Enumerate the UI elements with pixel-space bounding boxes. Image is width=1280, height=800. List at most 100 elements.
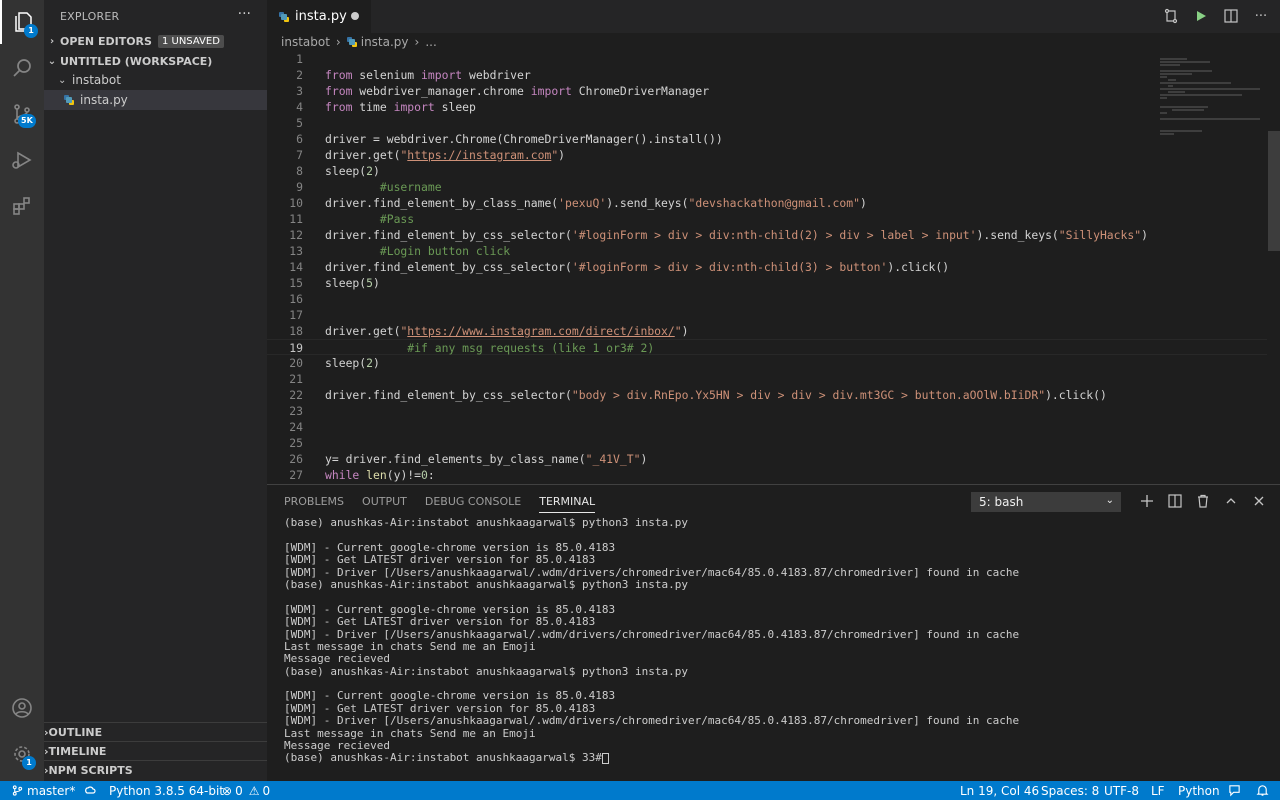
workspace-section[interactable]: ⌄ UNTITLED (WORKSPACE) [44,51,267,71]
code-line[interactable]: 24 [267,419,1267,435]
settings-gear-icon[interactable]: 1 [0,732,44,776]
open-changes-icon[interactable] [1162,7,1180,25]
code-editor[interactable]: 1 2 from selenium import webdriver 3 from we… [267,51,1267,484]
code-line[interactable]: 8 sleep(2) [267,163,1267,179]
notifications-icon[interactable] [1256,781,1269,800]
trash-icon[interactable] [1196,492,1210,510]
code-line[interactable]: 7 driver.get("https://instagram.com") [267,147,1267,163]
code-text: y= driver.find_elements_by_class_name("_… [325,452,648,466]
code-line[interactable]: 22 driver.find_element_by_css_selector("b… [267,387,1267,403]
code-line[interactable]: 17 [267,307,1267,323]
unsaved-dot-icon[interactable] [351,12,359,20]
terminal-cursor [601,752,609,764]
line-number: 3 [296,84,303,98]
breadcrumb-more[interactable]: ... [425,35,436,49]
tab-problems[interactable]: PROBLEMS [284,495,344,513]
search-icon[interactable] [0,46,44,90]
scrollbar-thumb[interactable] [1268,131,1280,251]
code-line[interactable]: 1 [267,51,1267,67]
tab-output[interactable]: OUTPUT [362,495,407,513]
branch-indicator[interactable]: master* [12,781,75,800]
tab-insta-py[interactable]: insta.py [267,0,371,33]
code-line[interactable]: 20 sleep(2) [267,355,1267,371]
code-line[interactable]: 12 driver.find_element_by_css_selector('#… [267,227,1267,243]
line-number: 5 [296,116,303,130]
breadcrumb-folder[interactable]: instabot [281,35,330,49]
split-editor-icon[interactable] [1222,7,1240,25]
code-line[interactable]: 9 #username [267,179,1267,195]
line-number: 27 [289,468,303,482]
code-text: #Pass [325,212,415,226]
feedback-icon[interactable] [1228,781,1241,800]
terminal-prompt[interactable]: (base) anushkas-Air:instabot anushkaagar… [284,752,1264,764]
code-line[interactable]: 4 from time import sleep [267,99,1267,115]
code-line[interactable]: 26 y= driver.find_elements_by_class_name(… [267,451,1267,467]
code-line[interactable]: 3 from webdriver_manager.chrome import Ch… [267,83,1267,99]
error-count: 0 [235,783,243,798]
breadcrumb-file[interactable]: insta.py [361,35,409,49]
panel-actions [1140,492,1266,510]
language-mode[interactable]: Python [1178,781,1220,800]
status-bar: master* Python 3.8.5 64-bit ⊗ 0 ⚠ 0 Ln 1… [0,781,1280,800]
more-actions-icon[interactable]: ··· [238,6,251,22]
source-control-icon[interactable]: 5K [0,92,44,136]
code-line[interactable]: 6 driver = webdriver.Chrome(ChromeDriverM… [267,131,1267,147]
split-terminal-icon[interactable] [1168,492,1182,510]
code-line[interactable]: 27 while len(y)!=0: [267,467,1267,483]
new-terminal-icon[interactable] [1140,492,1154,510]
indentation[interactable]: Spaces: 8 [1041,781,1099,800]
more-actions-icon[interactable]: ··· [1252,7,1270,25]
code-line[interactable]: 21 [267,371,1267,387]
minimap-line [1160,70,1213,72]
code-line[interactable]: 14 driver.find_element_by_css_selector('#… [267,259,1267,275]
terminal-output[interactable]: (base) anushkas-Air:instabot anushkaagar… [284,516,1264,765]
code-text: driver.get("https://instagram.com") [325,148,566,162]
cursor-position[interactable]: Ln 19, Col 46 [960,781,1039,800]
encoding[interactable]: UTF-8 [1104,781,1139,800]
minimap-line [1160,97,1168,99]
problems-indicator[interactable]: ⊗ 0 ⚠ 0 [222,781,270,800]
code-line[interactable]: 5 [267,115,1267,131]
code-line[interactable]: 19 #if any msg requests (like 1 or3# 2) [267,339,1267,355]
npm-scripts-section[interactable]: › NPM SCRIPTS [44,760,267,780]
tab-terminal[interactable]: TERMINAL [539,495,596,513]
sync-icon[interactable] [84,781,96,800]
run-file-icon[interactable] [1192,7,1210,25]
maximize-panel-icon[interactable] [1224,492,1238,510]
minimap-line [1160,58,1187,60]
code-text: sleep(2) [325,356,380,370]
file-insta-py[interactable]: insta.py [44,90,267,110]
editor-scrollbar[interactable] [1268,51,1280,484]
code-line[interactable]: 18 driver.get("https://www.instagram.com/… [267,323,1267,339]
outline-section[interactable]: › OUTLINE [44,722,267,742]
code-line[interactable]: 15 sleep(5) [267,275,1267,291]
line-number: 17 [289,308,303,322]
run-debug-icon[interactable] [0,138,44,182]
settings-badge: 1 [22,756,36,770]
accounts-icon[interactable] [0,686,44,730]
close-panel-icon[interactable] [1252,492,1266,510]
code-line[interactable]: 11 #Pass [267,211,1267,227]
activity-bar: 1 5K 1 [0,0,44,781]
terminal-line: (base) anushkas-Air:instabot anushkaagar… [284,664,688,678]
python-interpreter[interactable]: Python 3.8.5 64-bit [109,781,224,800]
code-line[interactable]: 13 #Login button click [267,243,1267,259]
terminal-select[interactable]: 5: bash ⌄ [971,492,1121,512]
tab-debug-console[interactable]: DEBUG CONSOLE [425,495,521,513]
minimap[interactable] [1160,51,1270,191]
open-editors-section[interactable]: › OPEN EDITORS 1 UNSAVED [44,31,267,51]
line-ending[interactable]: LF [1151,781,1165,800]
timeline-section[interactable]: › TIMELINE [44,741,267,761]
code-line[interactable]: 23 [267,403,1267,419]
code-line[interactable]: 16 [267,291,1267,307]
terminal-line: Message recieved [284,652,390,666]
minimap-line [1160,61,1211,63]
explorer-icon[interactable]: 1 [0,0,44,44]
code-line[interactable]: 2 from selenium import webdriver [267,67,1267,83]
code-line[interactable]: 10 driver.find_element_by_class_name('pex… [267,195,1267,211]
unsaved-badge: 1 UNSAVED [157,34,224,48]
folder-instabot[interactable]: ⌄ instabot [44,70,267,90]
code-line[interactable]: 25 [267,435,1267,451]
minimap-line [1160,94,1242,96]
extensions-icon[interactable] [0,184,44,228]
